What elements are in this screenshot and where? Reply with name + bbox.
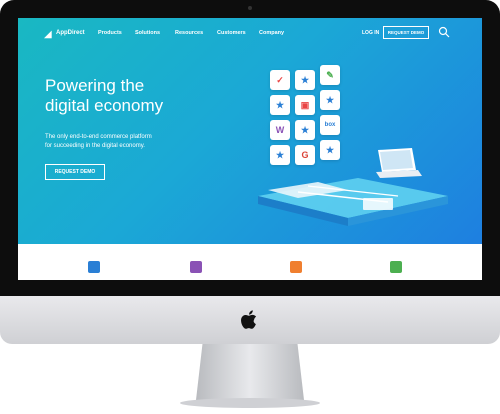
logo-text[interactable]: AppDirect <box>56 30 85 36</box>
nav-customers[interactable]: Customers <box>217 30 246 36</box>
subtitle-line-2: for succeeding in the digital economy. <box>45 143 145 149</box>
laptop-icon <box>376 148 422 178</box>
hero-headline: Powering the digital economy <box>45 76 245 116</box>
leaf-app-icon: ✎ <box>320 65 340 85</box>
nav-company[interactable]: Company <box>259 30 284 36</box>
star-app-icon: ★ <box>270 95 290 115</box>
box-app-icon: box <box>320 115 340 135</box>
grid-pattern-icon <box>190 261 202 273</box>
nav-solutions[interactable]: Solutions <box>135 30 160 36</box>
headline-line-1: Powering the <box>45 76 145 95</box>
storefront-icon <box>290 261 302 273</box>
wrike-app-icon: W <box>270 120 290 140</box>
search-icon[interactable] <box>438 26 450 38</box>
apple-logo-icon <box>241 310 257 329</box>
hero-subtitle: The only end-to-end commerce platform fo… <box>45 133 215 151</box>
camera-icon <box>248 6 252 10</box>
star-app-icon: ★ <box>320 90 340 110</box>
headline-line-2: digital economy <box>45 96 164 115</box>
google-app-icon: G <box>295 145 315 165</box>
star-app-icon: ★ <box>295 120 315 140</box>
checkmark-app-icon: ✓ <box>270 70 290 90</box>
monitor-stand <box>196 344 304 400</box>
nav-resources[interactable]: Resources <box>175 30 203 36</box>
hero-request-demo-button[interactable]: REQUEST DEMO <box>45 164 105 180</box>
appdirect-logo-icon[interactable]: ◢ <box>44 29 52 40</box>
nav-request-demo-button[interactable]: REQUEST DEMO <box>383 26 429 39</box>
platform-illustration-icon <box>258 178 448 226</box>
hero-section: ◢ AppDirect Products Solutions Resources… <box>18 18 482 244</box>
office-app-icon: ▣ <box>295 95 315 115</box>
login-link[interactable]: LOG IN <box>362 30 379 36</box>
star-app-icon: ★ <box>320 140 340 160</box>
star-app-icon: ★ <box>270 145 290 165</box>
subtitle-line-1: The only end-to-end commerce platform <box>45 134 152 140</box>
shopping-bag-star-icon <box>88 261 100 273</box>
receipt-dollar-icon <box>390 261 402 273</box>
star-app-icon: ★ <box>295 70 315 90</box>
browser-screen: ◢ AppDirect Products Solutions Resources… <box>18 18 482 280</box>
monitor-base <box>180 398 320 408</box>
nav-products[interactable]: Products <box>98 30 122 36</box>
